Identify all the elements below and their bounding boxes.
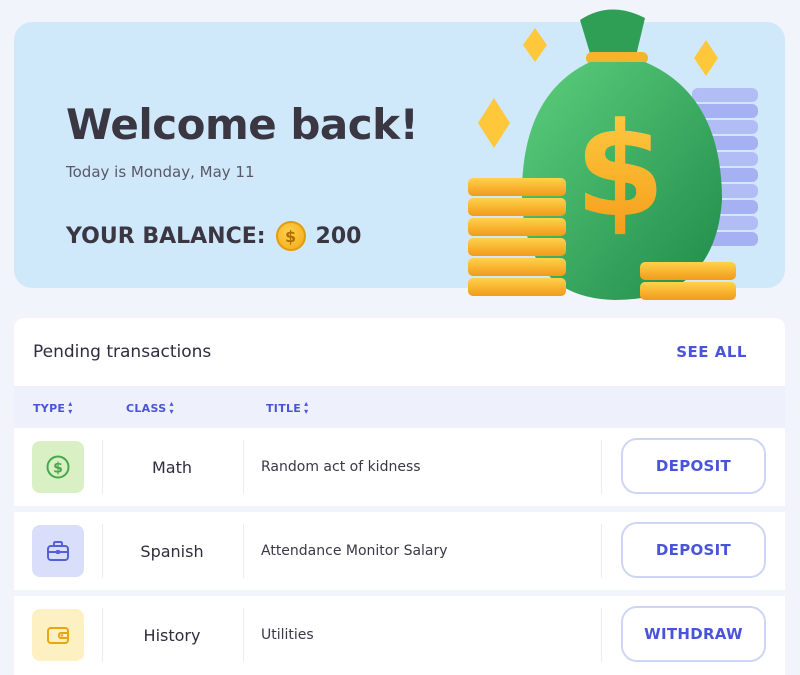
see-all-link[interactable]: SEE ALL xyxy=(676,343,747,361)
table-row: Spanish Attendance Monitor Salary DEPOSI… xyxy=(14,512,785,590)
title-cell: Utilities xyxy=(261,627,314,643)
sort-icon: ▴ ▾ xyxy=(304,399,309,416)
title-cell: Random act of kidness xyxy=(261,459,421,475)
table-header: TYPE ▴ ▾ CLASS ▴ ▾ TITLE ▴ ▾ xyxy=(14,386,785,428)
divider xyxy=(601,524,602,578)
sort-icon: ▴ ▾ xyxy=(169,399,174,416)
deposit-button[interactable]: DEPOSIT xyxy=(621,522,766,578)
column-label: TYPE xyxy=(33,401,66,415)
card-header: Pending transactions SEE ALL xyxy=(14,318,785,386)
column-label: TITLE xyxy=(266,401,302,415)
class-cell: History xyxy=(143,625,201,645)
class-cell: Spanish xyxy=(140,541,204,561)
svg-text:$: $ xyxy=(53,461,63,477)
divider xyxy=(243,608,244,662)
divider xyxy=(601,440,602,494)
sparkle-icon xyxy=(478,98,510,148)
dollar-circle-icon: $ xyxy=(32,441,84,493)
divider xyxy=(243,524,244,578)
coin-icon: $ xyxy=(275,221,306,251)
sort-icon: ▴ ▾ xyxy=(68,399,73,416)
deposit-button[interactable]: DEPOSIT xyxy=(621,438,766,494)
pending-transactions-card: Pending transactions SEE ALL TYPE ▴ ▾ CLA… xyxy=(14,318,785,675)
table-row: $ Math Random act of kidness DEPOSIT xyxy=(14,428,785,506)
column-label: CLASS xyxy=(126,401,167,415)
title-cell: Attendance Monitor Salary xyxy=(261,543,448,559)
divider xyxy=(601,608,602,662)
wallet-icon xyxy=(32,609,84,661)
column-header-class[interactable]: CLASS ▴ ▾ xyxy=(126,400,174,416)
withdraw-button[interactable]: WITHDRAW xyxy=(621,606,766,662)
card-title: Pending transactions xyxy=(33,342,212,362)
sparkle-icon xyxy=(523,28,547,62)
class-cell: Math xyxy=(151,457,193,477)
balance-row: YOUR BALANCE: $ 200 xyxy=(66,221,361,251)
divider xyxy=(243,440,244,494)
table-row: History Utilities WITHDRAW xyxy=(14,596,785,674)
money-bag-illustration: $ xyxy=(468,9,758,300)
balance-label: YOUR BALANCE: xyxy=(66,223,266,249)
column-header-type[interactable]: TYPE ▴ ▾ xyxy=(33,400,73,416)
column-header-title[interactable]: TITLE ▴ ▾ xyxy=(266,400,308,416)
date-text: Today is Monday, May 11 xyxy=(66,163,255,181)
briefcase-icon xyxy=(32,525,84,577)
sparkle-icon xyxy=(694,40,718,76)
svg-text:$: $ xyxy=(575,94,665,246)
balance-value: 200 xyxy=(315,223,362,249)
welcome-title: Welcome back! xyxy=(66,100,419,149)
